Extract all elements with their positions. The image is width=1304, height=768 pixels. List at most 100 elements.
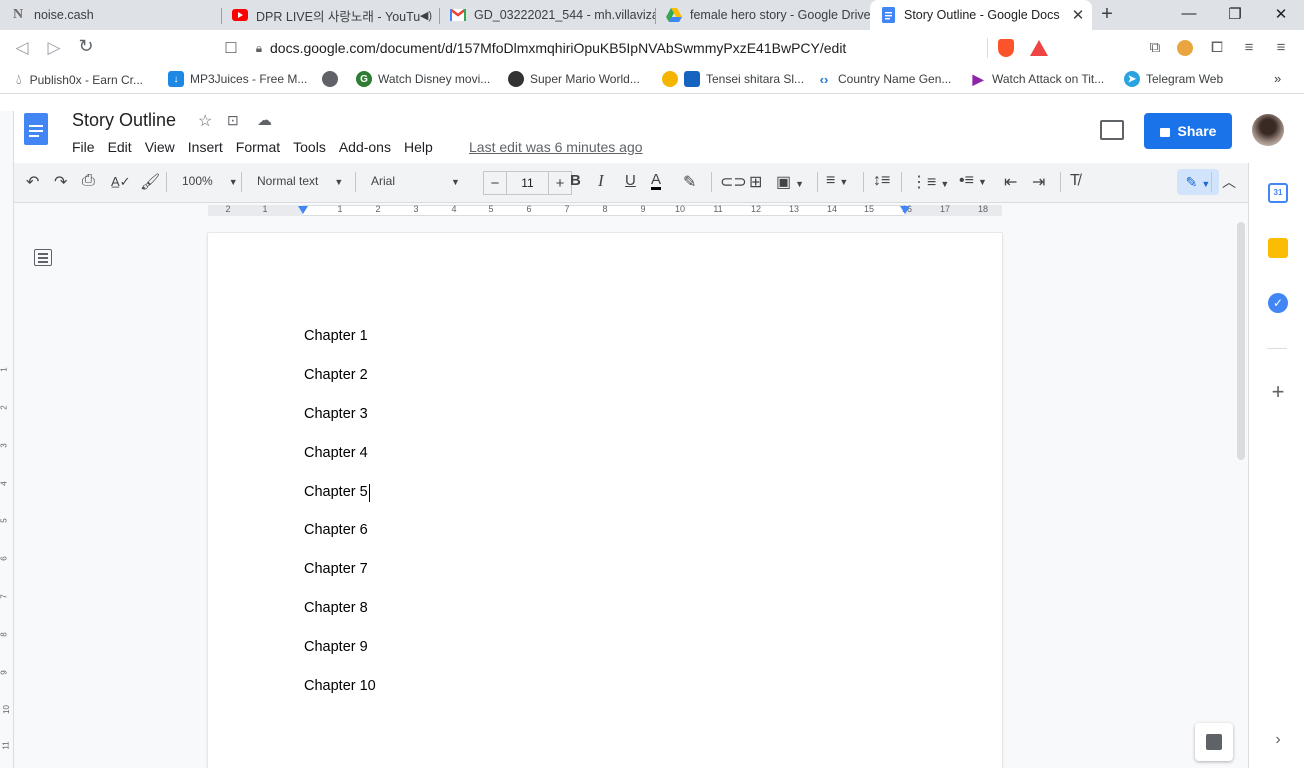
bookmark-attack-on-titan[interactable]: ▶ Watch Attack on Tit... <box>970 71 1105 87</box>
last-edit-link[interactable]: Last edit was 6 minutes ago <box>469 139 643 155</box>
menu-insert[interactable]: Insert <box>188 139 223 155</box>
underline-icon[interactable]: U <box>625 172 636 189</box>
more-bookmarks-icon[interactable]: » <box>1274 71 1281 86</box>
menu-format[interactable]: Format <box>236 139 280 155</box>
document-paragraph[interactable]: Chapter 6 <box>304 522 368 538</box>
tab-story-outline[interactable]: Story Outline - Google Docs ✕ <box>870 0 1092 30</box>
document-title[interactable]: Story Outline <box>72 110 176 131</box>
comment-history-icon[interactable] <box>1100 120 1124 140</box>
undo-icon[interactable]: ↶ <box>26 172 39 192</box>
tab-youtube[interactable]: DPR LIVE의 사랑노래 - YouTube ◀) <box>222 0 440 30</box>
share-button[interactable]: Share <box>1144 113 1232 149</box>
star-icon[interactable]: ☆ <box>198 111 212 131</box>
document-paragraph[interactable]: Chapter 5 <box>304 484 368 500</box>
minimize-icon[interactable]: — <box>1178 5 1200 22</box>
new-tab-button[interactable]: + <box>1096 3 1118 27</box>
horizontal-ruler[interactable]: 2 1 1 2 3 4 5 6 7 8 9 10 11 12 13 14 15 … <box>14 203 1248 217</box>
browser-menu-icon[interactable]: ≡ <box>1272 39 1290 57</box>
extensions-puzzle-icon[interactable]: ⧠ <box>1208 39 1226 57</box>
brave-rewards-icon[interactable] <box>1030 40 1048 56</box>
add-addon-icon[interactable]: + <box>1268 381 1288 403</box>
highlight-color-icon[interactable]: ✎ <box>683 172 696 192</box>
font-select[interactable]: Arial ▼ <box>371 174 460 188</box>
document-outline-icon[interactable] <box>34 249 52 266</box>
zoom-select[interactable]: 100% ▼ <box>182 174 238 188</box>
explore-button[interactable] <box>1195 723 1233 761</box>
close-tab-icon[interactable]: ✕ <box>1070 6 1086 24</box>
numbered-list-icon[interactable]: ⋮≡ ▼ <box>911 172 949 192</box>
insert-image-icon[interactable]: ▣ ▼ <box>776 172 804 192</box>
style-select[interactable]: Normal text ▼ <box>257 174 343 188</box>
print-icon[interactable]: ⎙ <box>82 172 95 190</box>
expand-panel-icon[interactable]: › <box>1268 730 1288 750</box>
calendar-icon[interactable]: 31 <box>1268 183 1288 203</box>
increase-font-size-icon[interactable]: + <box>549 175 571 192</box>
bulleted-list-icon[interactable]: •≡ ▼ <box>959 172 987 190</box>
audio-playing-icon[interactable]: ◀) <box>420 9 432 22</box>
insert-link-icon[interactable]: ⊂⊃ <box>720 172 747 192</box>
document-paragraph[interactable]: Chapter 1 <box>304 328 368 344</box>
brave-shields-icon[interactable] <box>998 39 1014 57</box>
clear-formatting-icon[interactable]: T̸ <box>1070 172 1080 190</box>
media-controls-icon[interactable]: ≡ <box>1240 39 1258 57</box>
bookmark-publish0x[interactable]: 💧︎ Publish0x - Earn Cr... <box>16 71 143 88</box>
cloud-saved-icon[interactable]: ☁︎ <box>257 111 272 129</box>
document-paragraph[interactable]: Chapter 4 <box>304 445 368 461</box>
menu-view[interactable]: View <box>145 139 175 155</box>
document-paragraph[interactable]: Chapter 8 <box>304 600 368 616</box>
reload-icon[interactable]: ↻ <box>76 36 96 57</box>
restore-icon[interactable]: ❐ <box>1224 5 1246 23</box>
vertical-ruler[interactable]: 1 2 3 4 5 6 7 8 9 10 11 <box>0 111 14 768</box>
document-paragraph[interactable]: Chapter 7 <box>304 561 368 577</box>
font-size-input[interactable]: 11 <box>506 172 549 194</box>
bookmark-globe[interactable] <box>322 71 344 87</box>
document-paragraph[interactable]: Chapter 2 <box>304 367 368 383</box>
bookmark-telegram[interactable]: ➤ Telegram Web <box>1124 71 1223 87</box>
extension-monkey-icon[interactable] <box>1177 40 1193 56</box>
bookmark-disney[interactable]: G Watch Disney movi... <box>356 71 490 87</box>
line-spacing-icon[interactable]: ↕≡ <box>873 172 890 190</box>
redo-icon[interactable]: ↷ <box>54 172 67 192</box>
forward-icon[interactable]: ▷ <box>44 38 64 58</box>
bookmark-mp3juices[interactable]: ↓ MP3Juices - Free M... <box>168 71 307 87</box>
decrease-font-size-icon[interactable]: − <box>484 175 506 192</box>
menu-edit[interactable]: Edit <box>108 139 132 155</box>
avatar[interactable] <box>1252 114 1284 146</box>
document-paragraph[interactable]: Chapter 3 <box>304 406 368 422</box>
editing-mode-button[interactable]: ✎ ▼ <box>1177 169 1219 195</box>
vertical-scrollbar[interactable] <box>1237 222 1245 460</box>
text-color-icon[interactable]: A <box>651 172 662 190</box>
move-folder-icon[interactable]: ⊡ <box>227 112 239 129</box>
keep-icon[interactable] <box>1268 238 1288 258</box>
bookmark-country-name[interactable]: ‹› Country Name Gen... <box>816 71 952 87</box>
align-icon[interactable]: ≡ ▼ <box>826 172 848 190</box>
tab-google-drive[interactable]: female hero story - Google Drive <box>656 0 870 30</box>
url-text[interactable]: docs.google.com/document/d/157MfoDlmxmqh… <box>270 40 987 56</box>
hide-menus-icon[interactable]: ︿ <box>1222 172 1236 192</box>
add-comment-icon[interactable]: ⊞ <box>749 172 762 192</box>
extension-copy-icon[interactable]: ⧉ <box>1146 39 1164 57</box>
lock-icon[interactable]: 🔒︎ <box>248 41 270 56</box>
paint-format-icon[interactable]: 🖌︎ <box>140 172 160 192</box>
menu-tools[interactable]: Tools <box>293 139 326 155</box>
decrease-indent-icon[interactable]: ⇤ <box>1004 172 1017 192</box>
bookmark-super-mario[interactable]: Super Mario World... <box>508 71 640 87</box>
close-window-icon[interactable]: ✕ <box>1270 5 1292 23</box>
bookmark-tensei[interactable]: Tensei shitara Sl... <box>662 71 804 87</box>
italic-icon[interactable]: I <box>598 171 604 191</box>
tab-gmail[interactable]: GD_03222021_544 - mh.villaviza@ <box>440 0 656 30</box>
tab-noise-cash[interactable]: N noise.cash <box>0 0 222 30</box>
document-page[interactable]: Chapter 1 Chapter 2 Chapter 3 Chapter 4 … <box>208 233 1002 768</box>
menu-help[interactable]: Help <box>404 139 433 155</box>
menu-add-ons[interactable]: Add-ons <box>339 139 391 155</box>
font-size-stepper[interactable]: − 11 + <box>483 171 572 195</box>
document-paragraph[interactable]: Chapter 9 <box>304 639 368 655</box>
address-bar[interactable]: ☐ 🔒︎ docs.google.com/document/d/157MfoDl… <box>214 34 1056 62</box>
increase-indent-icon[interactable]: ⇥ <box>1032 172 1045 192</box>
back-icon[interactable]: ◁ <box>12 38 32 58</box>
docs-logo-icon[interactable] <box>24 113 48 145</box>
tasks-icon[interactable]: ✓ <box>1268 293 1288 313</box>
menu-file[interactable]: File <box>72 139 95 155</box>
bookmark-icon[interactable]: ☐ <box>214 39 248 57</box>
document-paragraph[interactable]: Chapter 10 <box>304 678 376 694</box>
